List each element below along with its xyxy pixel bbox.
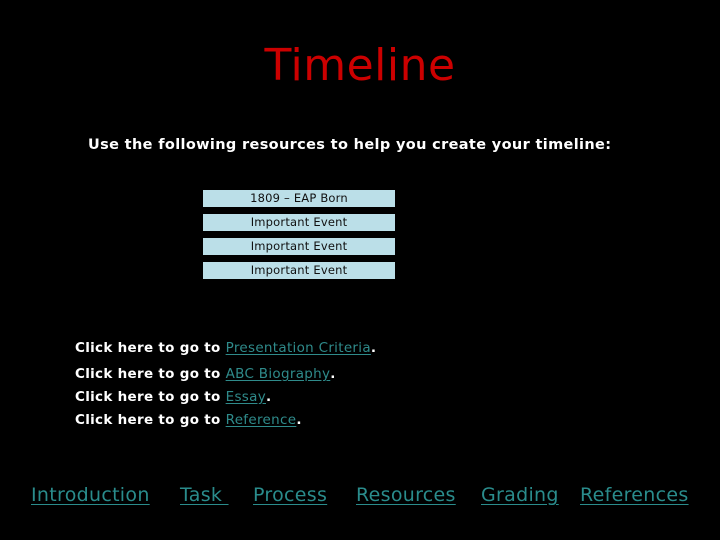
link-line-prefix: Click here to go to [75, 412, 226, 428]
nav-item-process[interactable]: Process [253, 482, 327, 508]
link-line-prefix: Click here to go to [75, 389, 226, 405]
timeline-bar[interactable]: 1809 – EAP Born [203, 190, 395, 207]
timeline-bar-label: Important Event [250, 263, 348, 277]
timeline-bar[interactable]: Important Event [203, 214, 395, 231]
nav-item-grading[interactable]: Grading [481, 482, 559, 508]
link-line-period: . [370, 340, 377, 356]
timeline-bar-group: 1809 – EAP Born Important Event Importan… [203, 190, 395, 279]
bottom-navigation: Introduction Task Process Resources Grad… [0, 482, 720, 516]
list-item: Click here to go to Essay. [75, 388, 495, 407]
timeline-bar[interactable]: Important Event [203, 238, 395, 255]
link-essay[interactable]: Essay [226, 389, 266, 405]
list-item: Click here to go to Reference. [75, 411, 495, 430]
nav-item-introduction[interactable]: Introduction [31, 482, 150, 508]
timeline-bar-label: Important Event [250, 215, 348, 229]
instruction-text: Use the following resources to help you … [88, 137, 612, 153]
link-line-period: . [265, 389, 272, 405]
nav-item-references[interactable]: References [580, 482, 689, 508]
link-reference[interactable]: Reference [226, 412, 297, 428]
link-presentation-criteria[interactable]: Presentation Criteria [226, 340, 371, 356]
timeline-bar-label: Important Event [250, 239, 348, 253]
link-line-period: . [330, 366, 336, 382]
nav-item-resources[interactable]: Resources [356, 482, 456, 508]
link-line-period: . [296, 412, 302, 428]
link-line-prefix: Click here to go to [75, 340, 226, 356]
timeline-bar[interactable]: Important Event [203, 262, 395, 279]
page-title: Timeline [264, 40, 456, 91]
nav-item-task[interactable]: Task [180, 482, 229, 508]
timeline-slide: Timeline Use the following resources to … [0, 0, 720, 540]
resource-link-list: Click here to go to Presentation Criteri… [75, 339, 495, 434]
link-line-prefix: Click here to go to [75, 366, 226, 382]
list-item: Click here to go to Presentation Criteri… [75, 339, 495, 358]
list-item: Click here to go to ABC Biography. [75, 365, 495, 384]
link-abc-biography[interactable]: ABC Biography [226, 366, 331, 382]
timeline-bar-label: 1809 – EAP Born [250, 191, 348, 205]
